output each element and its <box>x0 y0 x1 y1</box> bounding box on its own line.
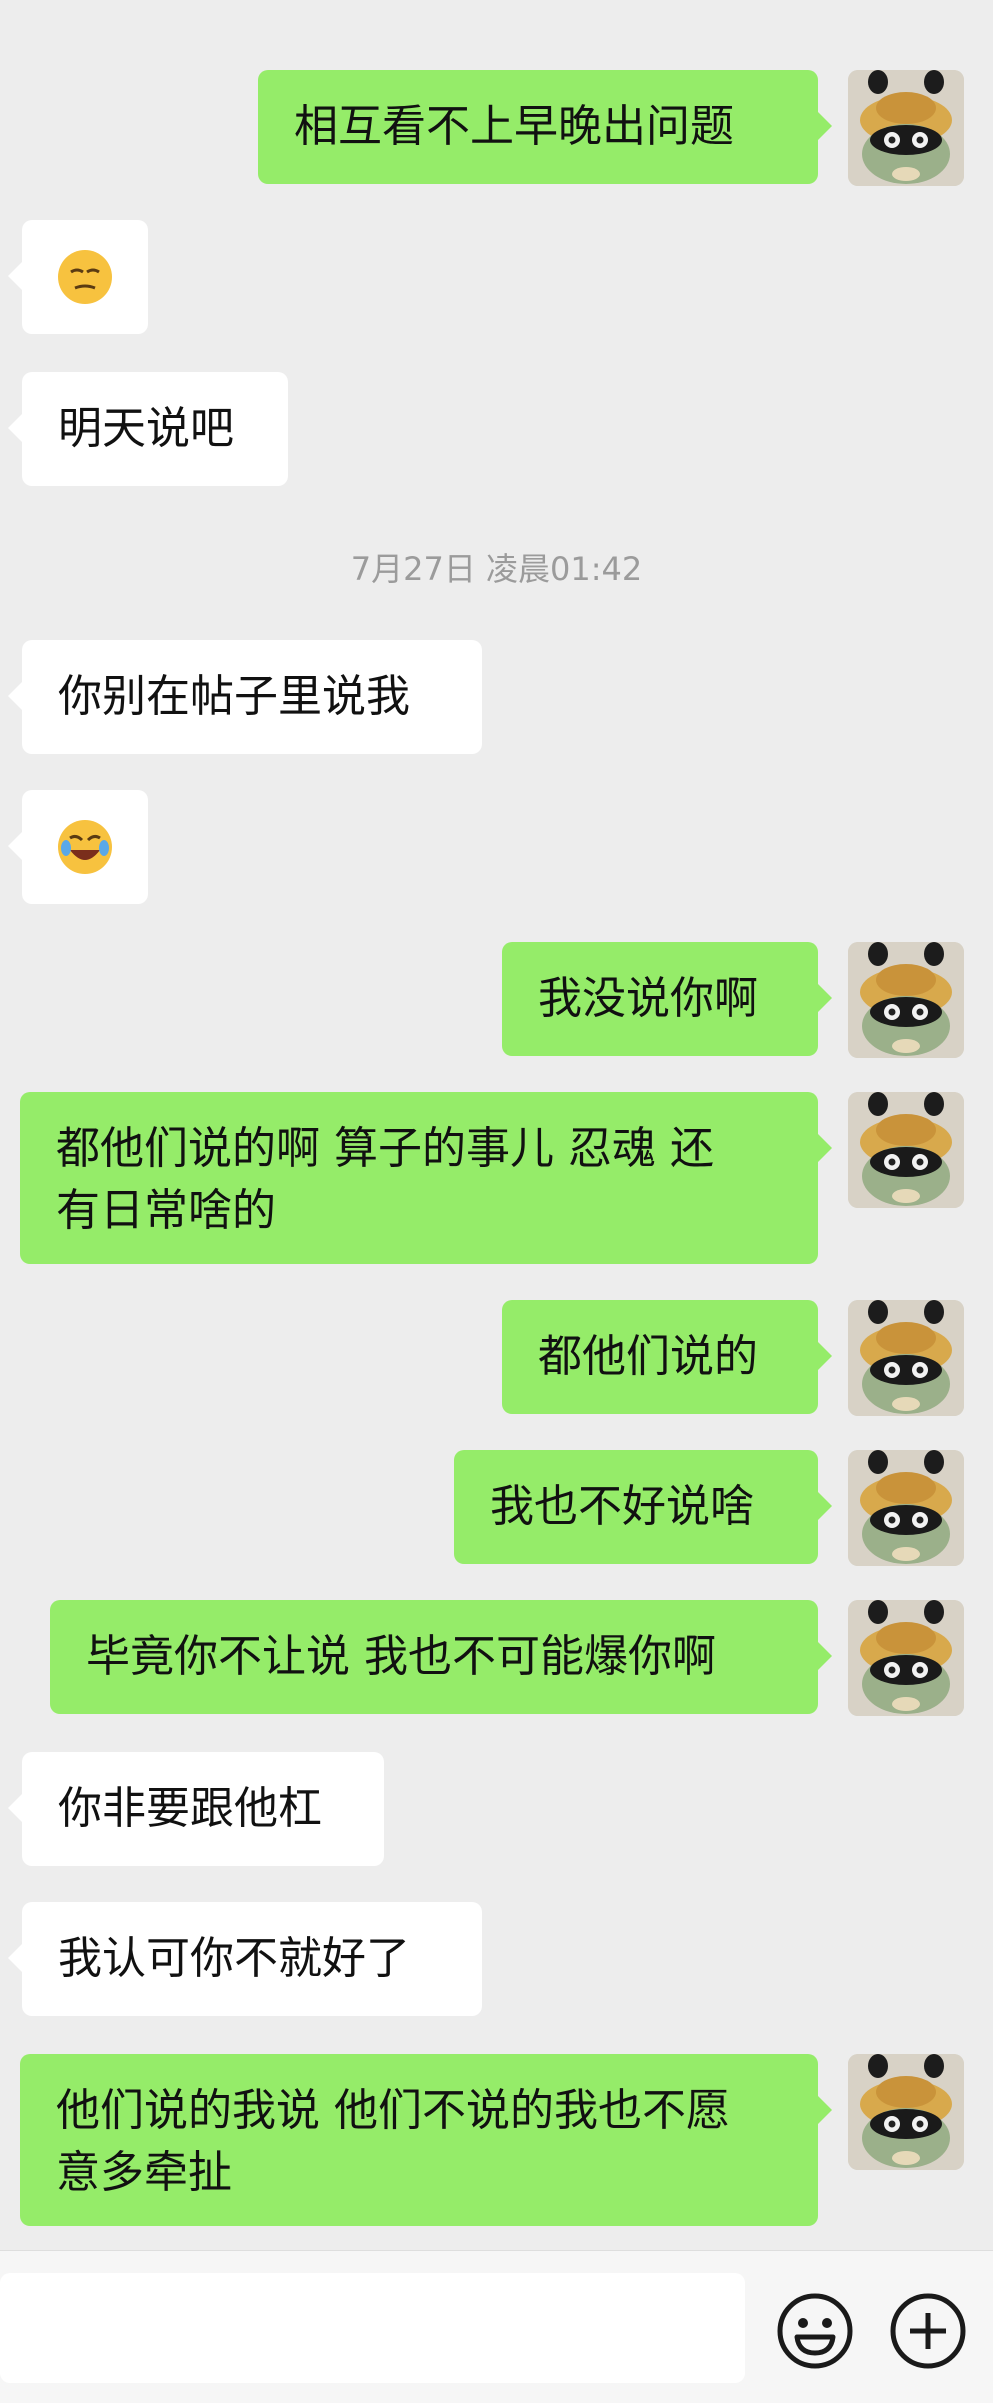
message-bubble-received[interactable] <box>8 790 148 904</box>
panda-avatar-icon <box>848 1092 964 1208</box>
message-bubble-received[interactable]: 明天说吧 <box>8 372 288 486</box>
chat-message-list[interactable]: 相互看不上早晚出问题 明天说吧 7月27日 凌晨01:42 你别在帖子里说我 我… <box>0 0 993 2250</box>
plus-circle-icon <box>890 2293 966 2369</box>
message-bubble-sent[interactable]: 毕竟你不让说 我也不可能爆你啊 <box>50 1600 832 1714</box>
message-bubble-received[interactable]: 我认可你不就好了 <box>8 1902 482 2016</box>
chat-input-toolbar <box>0 2250 993 2403</box>
message-input[interactable] <box>0 2273 745 2383</box>
my-avatar[interactable] <box>848 2054 964 2170</box>
more-options-button[interactable] <box>888 2291 968 2371</box>
emoji-button[interactable] <box>775 2291 855 2371</box>
message-bubble-sent[interactable]: 都他们说的 <box>502 1300 832 1414</box>
message-bubble-sent[interactable]: 他们说的我说 他们不说的我也不愿 意多牵扯 <box>20 2054 832 2226</box>
smiley-face-icon <box>777 2293 853 2369</box>
message-bubble-sent[interactable]: 相互看不上早晚出问题 <box>258 70 832 184</box>
panda-avatar-icon <box>848 2054 964 2170</box>
unamused-face-icon <box>58 250 112 304</box>
message-bubble-received[interactable]: 你非要跟他杠 <box>8 1752 384 1866</box>
panda-avatar-icon <box>848 1600 964 1716</box>
timestamp: 7月27日 凌晨01:42 <box>350 550 643 588</box>
message-bubble-sent[interactable]: 我没说你啊 <box>502 942 832 1056</box>
panda-avatar-icon <box>848 942 964 1058</box>
panda-avatar-icon <box>848 1450 964 1566</box>
message-bubble-received[interactable] <box>8 220 148 334</box>
message-bubble-sent[interactable]: 都他们说的啊 算子的事儿 忍魂 还 有日常啥的 <box>20 1092 832 1264</box>
my-avatar[interactable] <box>848 70 964 186</box>
my-avatar[interactable] <box>848 1450 964 1566</box>
my-avatar[interactable] <box>848 1600 964 1716</box>
message-bubble-received[interactable]: 你别在帖子里说我 <box>8 640 482 754</box>
panda-avatar-icon <box>848 1300 964 1416</box>
my-avatar[interactable] <box>848 942 964 1058</box>
rolling-on-floor-laughing-icon <box>58 820 112 874</box>
message-bubble-sent[interactable]: 我也不好说啥 <box>454 1450 832 1564</box>
my-avatar[interactable] <box>848 1092 964 1208</box>
my-avatar[interactable] <box>848 1300 964 1416</box>
panda-avatar-icon <box>848 70 964 186</box>
